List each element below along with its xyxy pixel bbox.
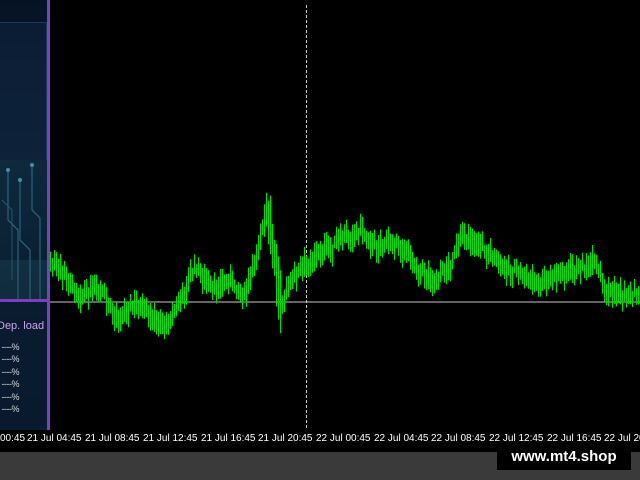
time-axis-label: 21 Jul 20:45 [258, 433, 313, 444]
time-axis-label: 22 Jul 04:45 [374, 433, 429, 444]
percent-row: ----% [1, 342, 20, 352]
chart-canvas[interactable] [0, 0, 640, 430]
time-axis-label: 22 Jul 20:45 [604, 433, 640, 444]
percent-row: ----% [1, 379, 20, 390]
percent-row: ----% [1, 403, 20, 414]
watermark: www.mt4.shop [497, 444, 631, 470]
circuit-graphic-icon [0, 163, 47, 300]
time-axis-label: 22 Jul 16:45 [547, 433, 602, 444]
time-axis-label: 21 Jul 16:45 [201, 433, 256, 444]
panel-graphic [0, 160, 47, 300]
time-axis-label: 21 Jul 08:45 [85, 433, 140, 444]
percent-row: ----% [1, 391, 20, 402]
dep-load-label: Dep. load [0, 320, 45, 332]
percent-row: ----% [1, 354, 20, 365]
percent-row: ----% [1, 366, 20, 377]
panel-divider [0, 299, 47, 302]
percent-list: ----% ----% ----% ----% ----% ----% [0, 341, 47, 415]
time-axis-label: 00:45 [0, 433, 26, 444]
time-axis-label: 22 Jul 08:45 [431, 433, 486, 444]
indicator-panel: Dep. load ----% ----% ----% ----% ----% … [0, 0, 50, 430]
time-axis-label: 21 Jul 12:45 [143, 433, 198, 444]
panel-header-box [0, 22, 47, 162]
time-axis-label: 22 Jul 00:45 [316, 433, 371, 444]
time-axis-label: 21 Jul 04:45 [27, 433, 82, 444]
time-axis-label: 22 Jul 12:45 [489, 433, 544, 444]
price-chart[interactable] [0, 0, 640, 430]
